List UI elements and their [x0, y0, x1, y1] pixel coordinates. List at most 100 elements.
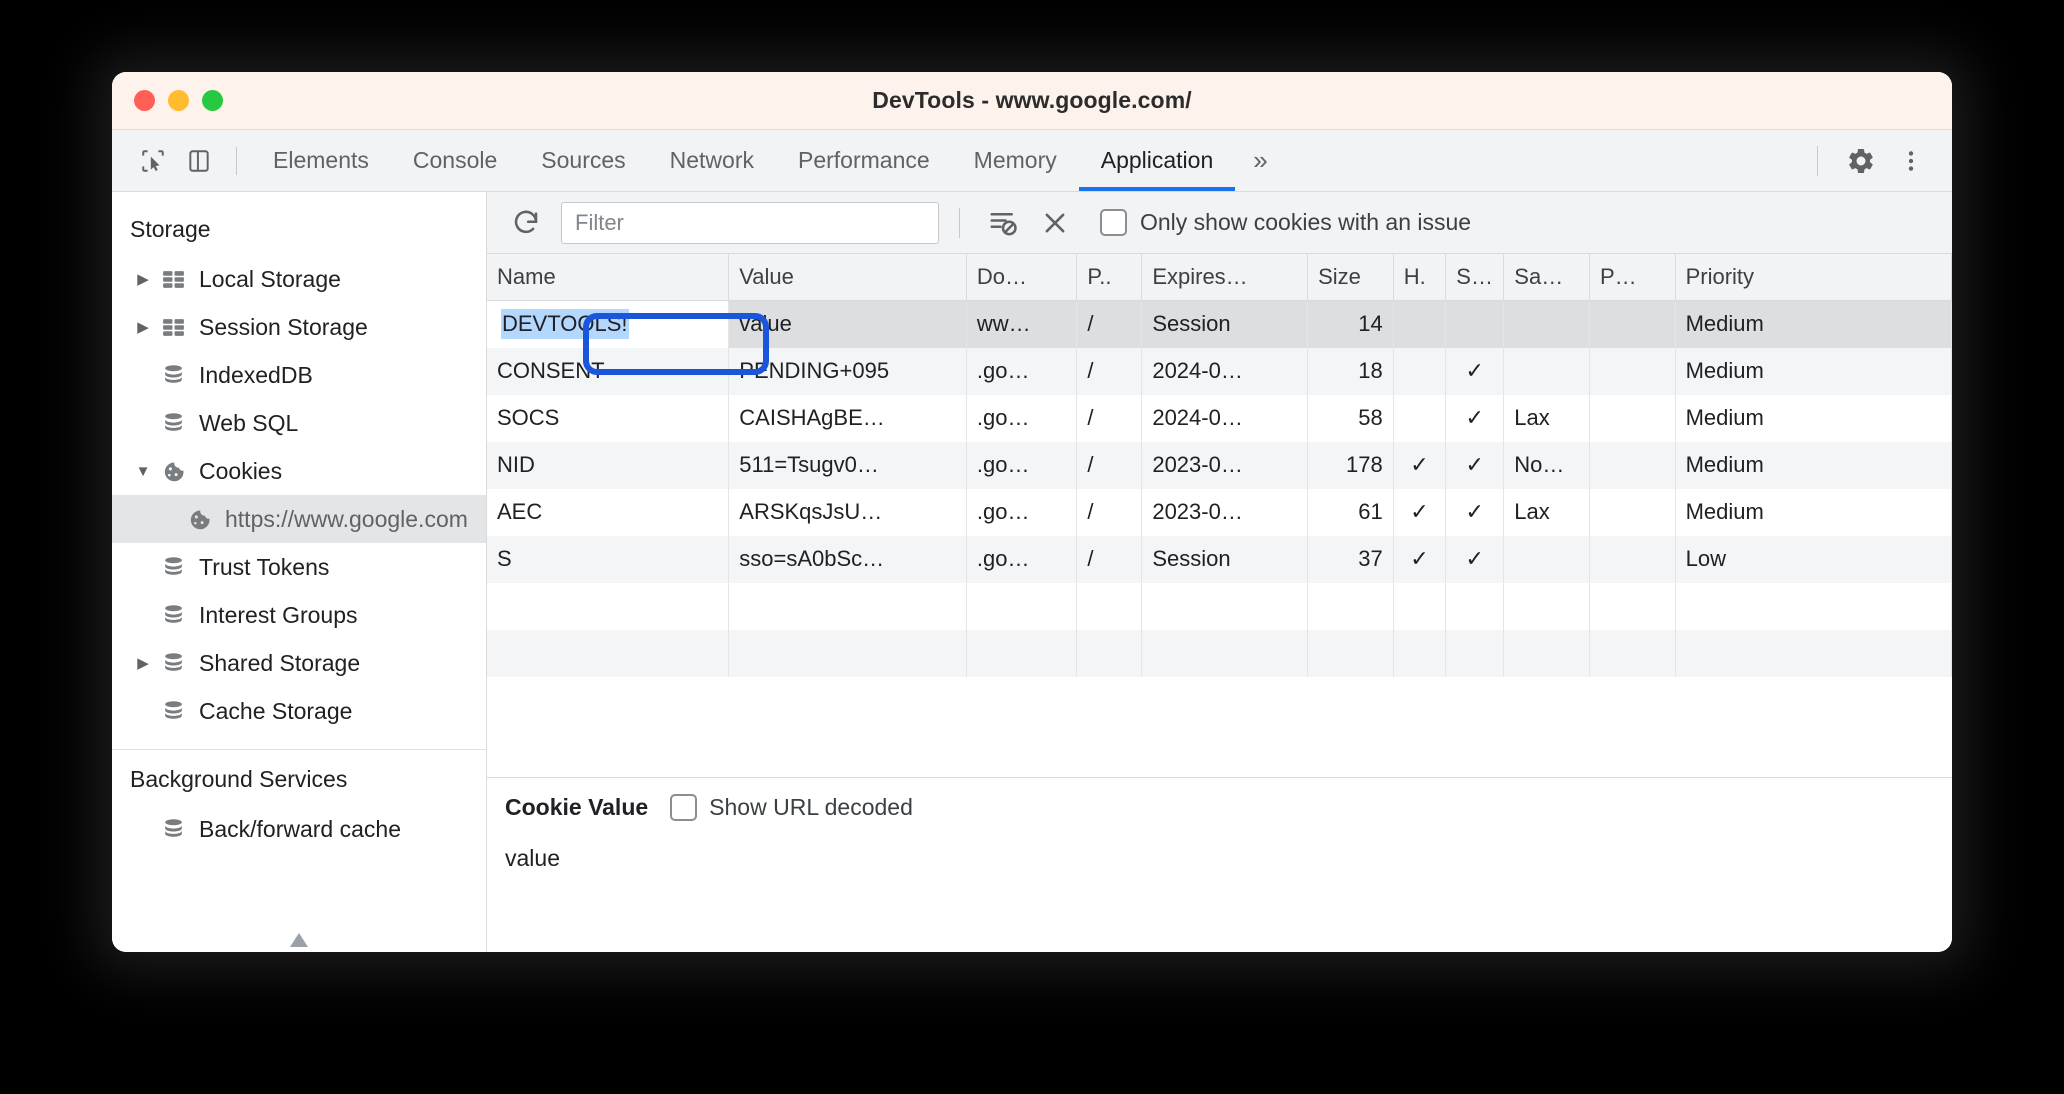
refresh-icon[interactable]: [503, 200, 549, 246]
cookie-partition-cell[interactable]: [1589, 347, 1676, 395]
cookie-size-cell[interactable]: 18: [1307, 347, 1394, 395]
filter-input[interactable]: Filter: [561, 201, 939, 244]
inspect-cursor-icon[interactable]: [130, 138, 176, 184]
kebab-menu-icon[interactable]: [1888, 138, 1934, 184]
column-header-size[interactable]: Size: [1307, 254, 1394, 301]
cookie-secure-cell[interactable]: ✓: [1445, 488, 1505, 536]
sidebar-item-cache-storage[interactable]: Cache Storage: [112, 687, 486, 735]
cookie-samesite-cell[interactable]: Lax: [1503, 488, 1590, 536]
cookie-expires-cell[interactable]: 2023-0…: [1141, 441, 1309, 489]
close-x-icon[interactable]: [1032, 200, 1078, 246]
cookie-expires-cell[interactable]: 2024-0…: [1141, 394, 1309, 442]
cookie-name-cell[interactable]: S: [487, 535, 730, 583]
cookie-size-cell[interactable]: 37: [1307, 535, 1394, 583]
tab-application[interactable]: Application: [1078, 130, 1236, 191]
sidebar-item-session-storage[interactable]: ▶ Session Storage: [112, 303, 486, 351]
sidebar-item-web-sql[interactable]: Web SQL: [112, 399, 486, 447]
show-url-decoded-checkbox[interactable]: [670, 794, 698, 821]
cookie-httponly-cell[interactable]: [1393, 347, 1447, 395]
cookie-httponly-cell[interactable]: [1393, 300, 1447, 348]
cookie-value-cell[interactable]: PENDING+095: [728, 347, 967, 395]
tab-network[interactable]: Network: [648, 130, 776, 191]
cookie-name-cell[interactable]: NID: [487, 441, 730, 489]
cookie-domain-cell[interactable]: .go…: [966, 347, 1078, 395]
sidebar-item-indexeddb[interactable]: IndexedDB: [112, 351, 486, 399]
cookie-httponly-cell[interactable]: ✓: [1393, 441, 1447, 489]
table-row[interactable]: AEC ARSKqsJsU… .go… / 2023-0… 61 ✓ ✓ Lax: [487, 488, 1952, 536]
column-header-name[interactable]: Name: [487, 254, 730, 301]
cookie-value-cell[interactable]: 511=Tsugv0…: [728, 441, 967, 489]
cookie-priority-cell[interactable]: Medium: [1675, 300, 1952, 348]
cookie-domain-cell[interactable]: ww…: [966, 300, 1078, 348]
chevron-right-icon[interactable]: ▶: [130, 318, 156, 336]
cookie-path-cell[interactable]: /: [1076, 347, 1143, 395]
column-header-expires[interactable]: Expires…: [1141, 254, 1309, 301]
cookie-domain-cell[interactable]: .go…: [966, 394, 1078, 442]
table-row[interactable]: S sso=sA0bSc… .go… / Session 37 ✓ ✓ Low: [487, 535, 1952, 583]
sidebar-item-local-storage[interactable]: ▶ Local Storage: [112, 255, 486, 303]
sidebar-item-trust-tokens[interactable]: Trust Tokens: [112, 543, 486, 591]
clear-filtered-cookies-icon[interactable]: [980, 200, 1026, 246]
sidebar-item-cookie-origin-google[interactable]: https://www.google.com: [112, 495, 486, 543]
column-header-value[interactable]: Value: [728, 254, 967, 301]
sidebar-item-shared-storage[interactable]: ▶ Shared Storage: [112, 639, 486, 687]
cookie-domain-cell[interactable]: .go…: [966, 441, 1078, 489]
cookie-name-cell[interactable]: CONSENT: [487, 347, 730, 395]
cookie-name-cell-devtools[interactable]: DEVTOOLS!: [487, 300, 730, 348]
cookie-priority-cell[interactable]: Medium: [1675, 488, 1952, 536]
cookie-secure-cell[interactable]: ✓: [1445, 394, 1505, 442]
table-row[interactable]: NID 511=Tsugv0… .go… / 2023-0… 178 ✓ ✓ N…: [487, 441, 1952, 489]
column-header-partition-key[interactable]: P…: [1589, 254, 1676, 301]
cookie-size-cell[interactable]: 14: [1307, 300, 1394, 348]
cookie-samesite-cell[interactable]: [1503, 300, 1590, 348]
device-toolbar-icon[interactable]: [176, 138, 222, 184]
cookie-secure-cell[interactable]: ✓: [1445, 441, 1505, 489]
cookie-httponly-cell[interactable]: ✓: [1393, 488, 1447, 536]
tab-sources[interactable]: Sources: [519, 130, 647, 191]
cookie-priority-cell[interactable]: Low: [1675, 535, 1952, 583]
column-header-domain[interactable]: Do…: [966, 254, 1078, 301]
cookie-priority-cell[interactable]: Medium: [1675, 394, 1952, 442]
sidebar-item-back-forward-cache[interactable]: Back/forward cache: [112, 805, 486, 853]
cookie-partition-cell[interactable]: [1589, 441, 1676, 489]
cookie-expires-cell[interactable]: 2023-0…: [1141, 488, 1309, 536]
sidebar-item-cookies[interactable]: ▼ Cookies: [112, 447, 486, 495]
cookie-expires-cell[interactable]: 2024-0…: [1141, 347, 1309, 395]
cookie-expires-cell[interactable]: Session: [1141, 300, 1309, 348]
chevron-right-icon[interactable]: ▶: [130, 654, 156, 672]
gear-icon[interactable]: [1838, 138, 1884, 184]
cookie-size-cell[interactable]: 58: [1307, 394, 1394, 442]
cookie-samesite-cell[interactable]: No…: [1503, 441, 1590, 489]
cookie-path-cell[interactable]: /: [1076, 441, 1143, 489]
cookie-domain-cell[interactable]: .go…: [966, 535, 1078, 583]
tab-performance[interactable]: Performance: [776, 130, 952, 191]
tab-elements[interactable]: Elements: [251, 130, 391, 191]
cookie-value-cell[interactable]: ARSKqsJsU…: [728, 488, 967, 536]
column-header-samesite[interactable]: Sa…: [1503, 254, 1590, 301]
cookies-table-container[interactable]: Name Value Do… P.. Expires… Size H. S… S…: [487, 254, 1952, 777]
cookie-value-cell[interactable]: sso=sA0bSc…: [728, 535, 967, 583]
only-issues-checkbox-row[interactable]: Only show cookies with an issue: [1100, 209, 1471, 236]
column-header-path[interactable]: P..: [1076, 254, 1143, 301]
cookie-path-cell[interactable]: /: [1076, 394, 1143, 442]
table-row[interactable]: SOCS CAISHAgBE… .go… / 2024-0… 58 ✓ Lax: [487, 394, 1952, 442]
show-url-decoded-row[interactable]: Show URL decoded: [670, 794, 913, 821]
cookie-size-cell[interactable]: 61: [1307, 488, 1394, 536]
chevron-right-icon[interactable]: ▶: [130, 270, 156, 288]
only-issues-checkbox[interactable]: [1100, 209, 1127, 236]
chevron-down-icon[interactable]: ▼: [130, 463, 156, 480]
table-row[interactable]: CONSENT PENDING+095 .go… / 2024-0… 18 ✓: [487, 347, 1952, 395]
cookie-expires-cell[interactable]: Session: [1141, 535, 1309, 583]
cookie-name-cell[interactable]: AEC: [487, 488, 730, 536]
cookie-size-cell[interactable]: 178: [1307, 441, 1394, 489]
cookie-secure-cell[interactable]: [1445, 300, 1505, 348]
cookie-priority-cell[interactable]: Medium: [1675, 441, 1952, 489]
cookie-path-cell[interactable]: /: [1076, 300, 1143, 348]
cookie-partition-cell[interactable]: [1589, 488, 1676, 536]
cookie-partition-cell[interactable]: [1589, 300, 1676, 348]
tab-memory[interactable]: Memory: [952, 130, 1079, 191]
cookie-name-cell[interactable]: SOCS: [487, 394, 730, 442]
column-header-priority[interactable]: Priority: [1675, 254, 1952, 301]
cookie-httponly-cell[interactable]: [1393, 394, 1447, 442]
cookie-partition-cell[interactable]: [1589, 535, 1676, 583]
